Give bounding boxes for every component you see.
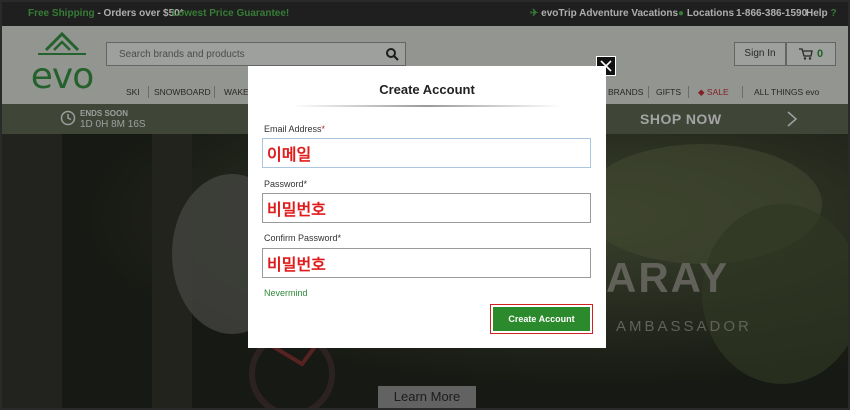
confirm-password-field-box [262, 248, 591, 278]
create-account-modal: Create Account Email Address* Password* [248, 66, 606, 348]
email-field-box [262, 138, 591, 168]
modal-title: Create Account [379, 82, 475, 97]
create-account-button[interactable]: Create Account [493, 307, 590, 331]
email-label: Email Address* [264, 124, 326, 134]
confirm-password-label: Confirm Password* [264, 233, 342, 243]
email-field[interactable] [263, 139, 590, 167]
password-field[interactable] [263, 194, 590, 222]
create-account-highlight: Create Account [490, 304, 593, 334]
password-label: Password* [264, 179, 308, 189]
password-field-box [262, 193, 591, 223]
confirm-password-field[interactable] [263, 249, 590, 277]
nevermind-link[interactable]: Nevermind [264, 288, 308, 298]
browser-frame: Free Shipping - Orders over $50* Lowest … [0, 0, 850, 410]
title-divider [292, 105, 562, 107]
